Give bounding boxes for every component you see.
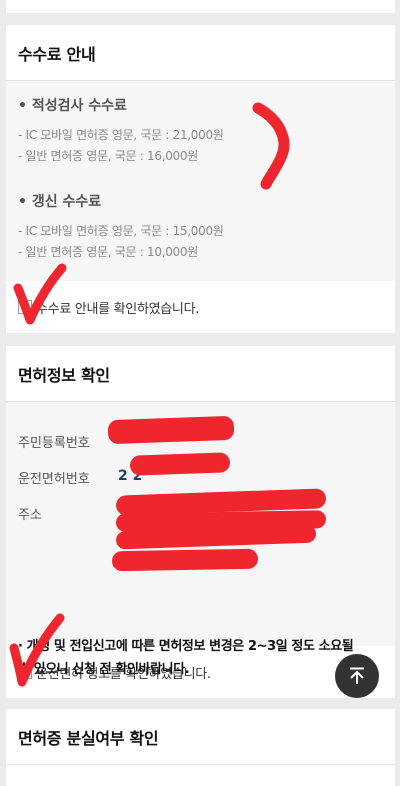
lost-check-card: 면허증 분실여부 확인 <box>6 709 395 786</box>
red-bracket-mark <box>252 102 290 190</box>
aptitude-fee-ic: - IC 모바일 면허증 영문, 국문 : 21,000원 <box>18 128 224 142</box>
address-row: 주소 <box>18 504 118 523</box>
license-number-key: 운전면허번호 <box>18 472 90 487</box>
lost-card-title: 면허증 분실여부 확인 <box>18 728 159 748</box>
renewal-fee-heading: • 갱신 수수료 <box>18 194 102 210</box>
redaction-license-number <box>129 452 231 476</box>
resident-number-key: 주민등록번호 <box>18 436 90 451</box>
arrow-up-icon <box>350 667 364 684</box>
address-key: 주소 <box>18 508 42 523</box>
red-checkmark-fee <box>13 263 67 325</box>
redaction-resident-number <box>107 415 235 445</box>
renewal-fee-ic: - IC 모바일 면허증 영문, 국문 : 15,000원 <box>18 224 224 238</box>
license-card-header: 면허정보 확인 <box>6 346 395 402</box>
aptitude-fee-group: • 적성검사 수수료 - IC 모바일 면허증 영문, 국문 : 21,000원… <box>18 95 383 167</box>
resident-number-row: 주민등록번호 <box>18 432 118 451</box>
redaction-address-4 <box>111 548 259 572</box>
lost-card-header: 면허증 분실여부 확인 <box>6 709 395 765</box>
renewal-fee-normal: - 일반 면허증 영문, 국문 : 10,000원 <box>18 245 198 259</box>
info-change-notice: · 개명 및 전입신고에 따른 면허정보 변경은 2~3일 정도 소요될 수 있… <box>18 639 354 677</box>
fee-card-title: 수수료 안내 <box>18 44 96 64</box>
aptitude-fee-normal: - 일반 면허증 영문, 국문 : 16,000원 <box>18 149 198 163</box>
previous-card <box>6 0 395 13</box>
fee-card-header: 수수료 안내 <box>6 25 395 81</box>
red-checkmark-license <box>9 613 65 687</box>
renewal-fee-group: • 갱신 수수료 - IC 모바일 면허증 영문, 국문 : 15,000원 -… <box>18 191 383 263</box>
aptitude-fee-heading: • 적성검사 수수료 <box>18 98 127 114</box>
scroll-to-top-button[interactable] <box>335 654 379 698</box>
license-number-row: 운전면허번호 2 2 <box>18 468 142 487</box>
license-card-title: 면허정보 확인 <box>18 365 110 385</box>
fee-details: • 적성검사 수수료 - IC 모바일 면허증 영문, 국문 : 21,000원… <box>6 81 395 281</box>
